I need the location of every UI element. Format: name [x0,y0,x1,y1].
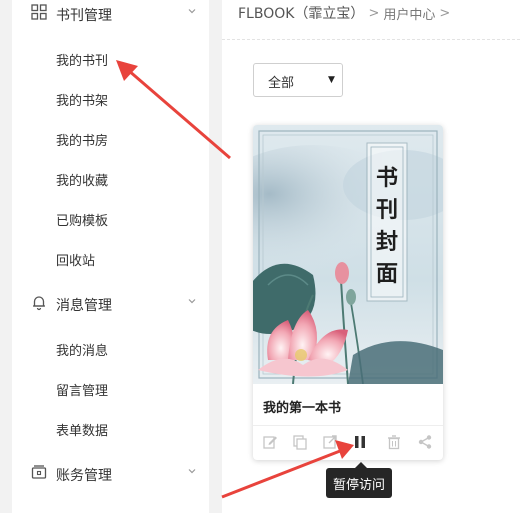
chevron-down-icon [188,299,196,304]
cover-title-char: 书 [376,165,398,191]
tooltip-arrow [355,462,367,468]
breadcrumb-root[interactable]: FLBOOK（霏立宝） [238,3,364,23]
dropdown-arrow-icon: ▼ [328,75,335,85]
cover-illustration: 书 刊 封 面 [253,125,443,384]
sidebar-group-messages[interactable]: 消息管理 [12,285,209,325]
sidebar-group-label: 消息管理 [56,298,112,314]
sidebar-item-my-books[interactable]: 我的书刊 [56,50,108,69]
sidebar: 书刊管理 我的书刊 我的书架 我的书房 我的收藏 已购模板 回收站 消息管理 我… [12,0,209,513]
breadcrumb-separator: > [439,5,451,21]
filter-select-value: 全部 [268,76,295,91]
sidebar-item-comments[interactable]: 留言管理 [56,380,108,399]
grid-icon [31,4,47,20]
edit-icon[interactable] [262,434,278,450]
breadcrumb-separator: > [368,5,380,21]
tooltip-text: 暂停访问 [332,477,385,493]
sidebar-item-favorites[interactable]: 我的收藏 [56,170,108,189]
main-content: FLBOOK（霏立宝） > 用户中心 > 全部 ▼ 书 刊 封 面 我的第一本书 [222,0,520,513]
sidebar-group-label: 账务管理 [56,468,112,484]
sidebar-item-my-study[interactable]: 我的书房 [56,130,108,149]
sidebar-item-recycle-bin[interactable]: 回收站 [56,250,95,269]
share-icon[interactable] [417,434,433,450]
breadcrumb-user-center[interactable]: 用户中心 [383,4,435,23]
breadcrumb: FLBOOK（霏立宝） > 用户中心 > [238,2,454,24]
sidebar-item-my-shelf[interactable]: 我的书架 [56,90,108,109]
sidebar-item-purchased-templates[interactable]: 已购模板 [56,210,108,229]
cover-title-char: 刊 [376,197,398,223]
card-divider [253,425,443,426]
book-card: 书 刊 封 面 我的第一本书 [253,125,443,460]
filter-select[interactable]: 全部 ▼ [253,63,343,97]
chevron-down-icon [188,469,196,474]
book-title[interactable]: 我的第一本书 [263,397,341,416]
cover-title-char: 面 [376,261,398,287]
tooltip: 暂停访问 [326,462,392,498]
chevron-down-icon [188,9,196,14]
wallet-icon [31,465,47,479]
sidebar-group-accounts[interactable]: 账务管理 [12,455,209,495]
cover-title-char: 封 [376,229,398,255]
pause-icon[interactable] [352,434,368,450]
divider [222,39,520,40]
sidebar-item-form-data[interactable]: 表单数据 [56,420,108,439]
sidebar-item-my-messages[interactable]: 我的消息 [56,340,108,359]
sidebar-group-books[interactable]: 书刊管理 [12,0,209,35]
sidebar-group-label: 书刊管理 [56,8,112,24]
trash-icon[interactable] [386,434,402,450]
book-actions [253,430,443,454]
bell-icon [33,296,45,311]
book-cover[interactable]: 书 刊 封 面 [253,125,443,384]
copy-icon[interactable] [292,434,308,450]
share-out-icon[interactable] [322,434,338,450]
